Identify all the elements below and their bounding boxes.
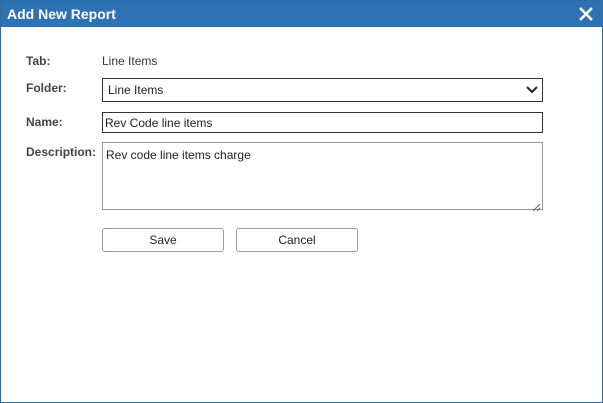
tab-label: Tab: (26, 54, 51, 68)
name-field[interactable]: Rev Code line items (102, 112, 543, 133)
folder-selected-value: Line Items (108, 83, 164, 97)
folder-select[interactable]: Line Items (102, 78, 543, 102)
chevron-down-icon (525, 83, 539, 97)
save-button[interactable]: Save (102, 228, 224, 252)
cancel-button[interactable]: Cancel (236, 228, 358, 252)
resize-handle-icon[interactable] (532, 199, 541, 212)
description-field-value: Rev code line items charge (106, 148, 251, 162)
name-label: Name: (26, 115, 63, 129)
dialog-title: Add New Report (7, 6, 116, 22)
add-new-report-dialog: Add New Report Tab: Line Items Folder: L… (0, 0, 603, 403)
tab-value: Line Items (102, 54, 158, 68)
description-field[interactable]: Rev code line items charge (102, 142, 543, 212)
close-icon[interactable] (578, 6, 594, 22)
description-label: Description: (26, 145, 97, 159)
folder-label: Folder: (26, 81, 67, 95)
name-field-value: Rev Code line items (105, 116, 213, 130)
dialog-titlebar: Add New Report (1, 1, 602, 27)
